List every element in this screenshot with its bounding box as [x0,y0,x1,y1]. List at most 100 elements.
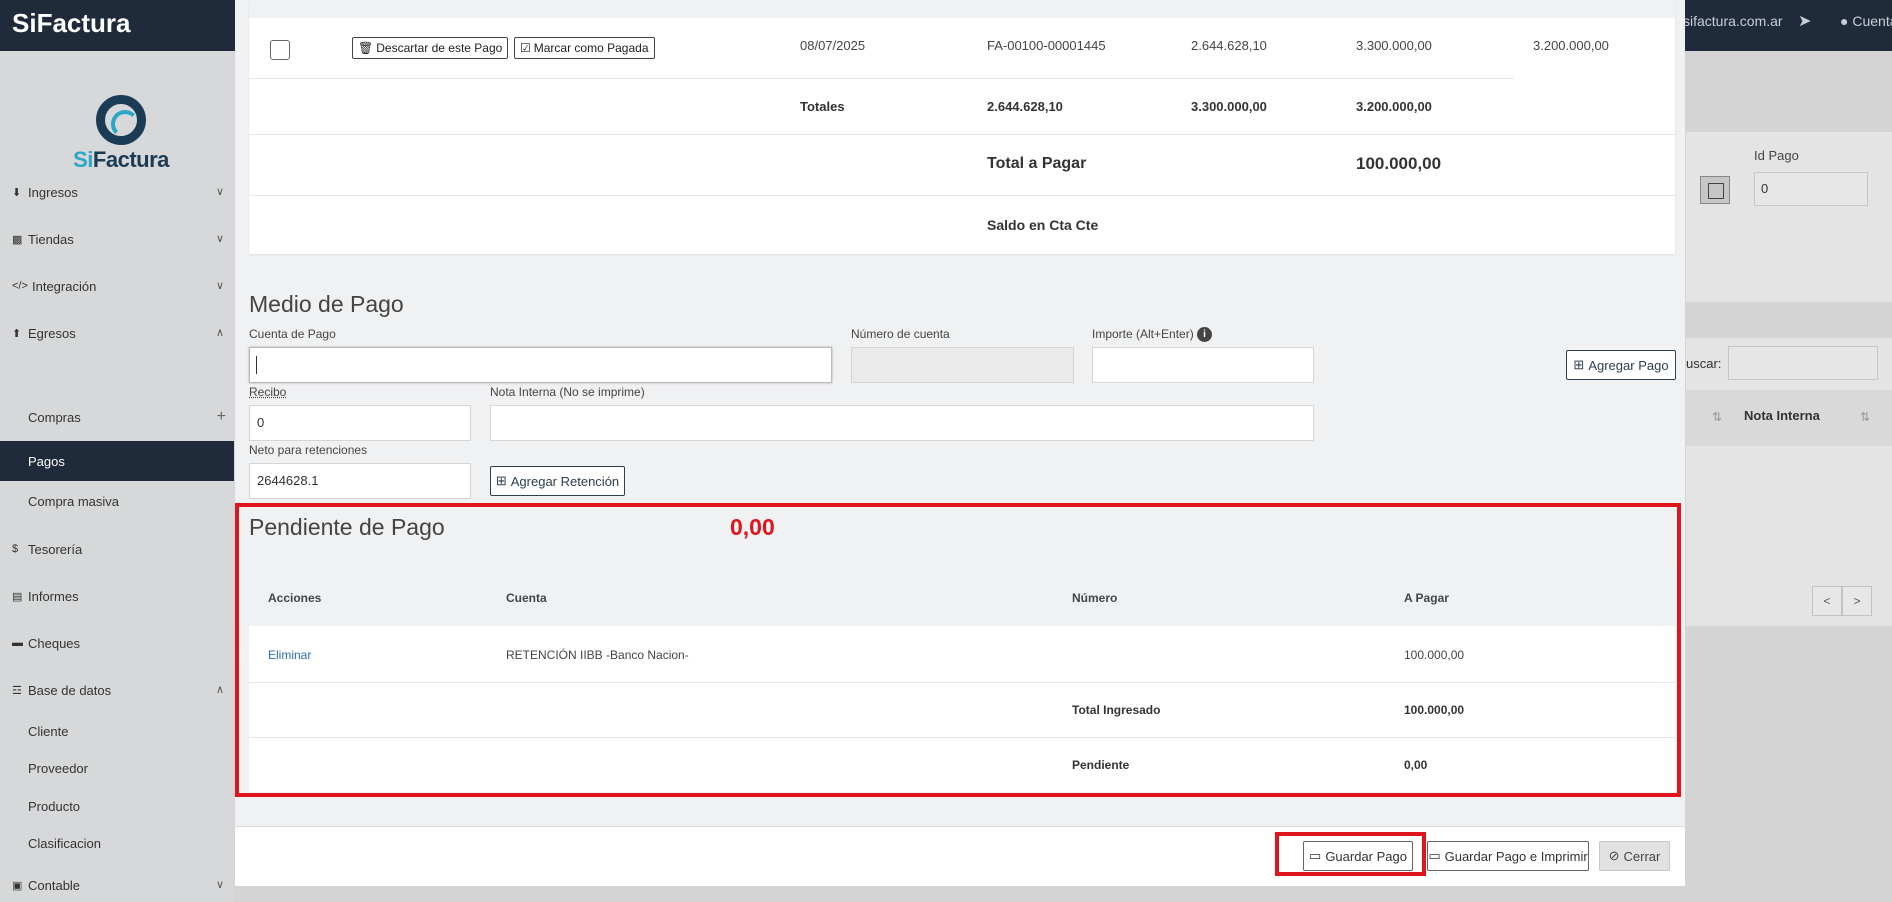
row-divider [249,195,1675,196]
user-label: Cuenta [1852,13,1892,29]
cuenta-pago-input[interactable] [249,347,832,383]
sidebar-item-informes[interactable]: ▤ Informes [0,578,234,614]
sidebar-item-cliente[interactable]: Cliente [0,711,234,751]
pendiente-value: 0,00 [730,514,775,540]
pendiente-row-value: 0,00 [1404,758,1428,772]
plus-icon[interactable]: + [217,408,226,426]
agregar-retencion-button[interactable]: ⊞ Agregar Retención [490,466,625,496]
sidebar-item-tiendas[interactable]: ▩ Tiendas ∨ [0,221,234,257]
briefcase-icon: ▩ [12,233,23,246]
cerrar-label: Cerrar [1623,848,1661,864]
id-pago-label: Id Pago [1754,148,1799,163]
brand-name: SiFactura [73,147,169,172]
sidebar-item-tesoreria[interactable]: $ Tesorería [0,531,234,567]
buscar-label: uscar: [1686,356,1722,371]
chevron-down-icon: ∨ [215,879,224,891]
eliminar-link[interactable]: Eliminar [268,648,311,662]
sidebar-item-integracion[interactable]: </> Integración ∨ [0,268,234,304]
info-icon[interactable]: i [1197,327,1213,343]
nota-interna-header: Nota Interna [1744,408,1820,423]
plus-square-icon: ⊞ [495,473,507,488]
sidebar-item-compra-masiva[interactable]: Compra masiva [0,481,234,521]
cerrar-button[interactable]: ⊘ Cerrar [1599,841,1670,871]
brand-logo-icon [96,95,146,145]
background-checkbox[interactable] [1700,176,1730,204]
row-divider [249,78,1514,79]
pendiente-title: Pendiente de Pago [249,514,445,540]
book-icon: ▣ [12,879,23,892]
app-logo[interactable]: SiFactura [12,8,131,39]
sidebar-item-label: Tesorería [28,541,83,557]
prev-page-button[interactable]: < [1812,586,1842,616]
importe-input[interactable] [1092,347,1314,383]
check-square-icon: ☑ [520,41,531,55]
numero-cuenta-input [851,347,1074,383]
importe-label: Importe (Alt+Enter) i [1092,327,1213,343]
sidebar-item-label: Informes [28,588,79,604]
agregar-retencion-label: Agregar Retención [510,473,620,489]
invoice-table: 🗑 Descartar de este Pago ☑ Marcar como P… [249,0,1675,254]
pendiente-label: Pendiente [1072,758,1130,772]
recibo-input[interactable]: 0 [249,405,471,441]
total-a-pagar-label: Total a Pagar [987,155,1087,172]
background-filter-panel: Id Pago 0 [1686,132,1892,302]
sort-icon[interactable]: ⇅ [1860,410,1870,424]
sort-icon[interactable]: ⇅ [1712,410,1722,424]
sidebar-item-base-de-datos[interactable]: ☲ Base de datos ∧ [0,672,234,708]
dollar-icon: $ [12,543,19,555]
sidebar-item-cheques[interactable]: ▬ Cheques [0,625,234,661]
paper-plane-icon[interactable]: ➤ [1798,11,1811,31]
row-cuenta: RETENCIÓN IIBB -Banco Nacion- [506,648,689,662]
sidebar-item-contable[interactable]: ▣ Contable ∨ [0,867,234,902]
sidebar-item-producto[interactable]: Producto [0,786,234,826]
database-icon: ☲ [12,684,22,697]
sidebar-item-pagos[interactable]: Pagos [0,441,234,481]
recibo-label: Recibo [249,385,287,399]
chevron-down-icon: ∨ [215,186,224,198]
sidebar-item-proveedor[interactable]: Proveedor [0,748,234,788]
table-header-strip [249,0,1675,18]
header-acciones: Acciones [268,591,322,605]
total-ingresado-value: 100.000,00 [1404,703,1465,717]
agregar-pago-button[interactable]: ⊞ Agregar Pago [1566,350,1676,380]
sidebar-brand: SiFactura [68,95,174,173]
payment-modal: 🗑 Descartar de este Pago ☑ Marcar como P… [235,0,1685,886]
chevron-up-icon: ∧ [215,684,224,696]
user-menu[interactable]: ● Cuenta [1840,13,1892,29]
pendiente-table: Acciones Cuenta Número A Pagar Eliminar … [249,570,1675,792]
domain-link[interactable]: sifactura.com.ar [1683,13,1783,29]
neto-retenciones-label: Neto para retenciones [249,443,368,457]
marcar-label: Marcar como Pagada [533,41,649,55]
sidebar-item-label: Base de datos [28,682,112,698]
sidebar-item-clasificacion[interactable]: Clasificacion [0,823,234,863]
sidebar-item-compras[interactable]: Compras + [0,397,234,437]
ban-icon: ⊘ [1608,848,1620,863]
nota-interna-input[interactable] [490,405,1314,441]
invoice-row-checkbox[interactable] [270,40,290,60]
agregar-pago-label: Agregar Pago [1588,357,1669,373]
background-table-panel: uscar: ⇅ Nota Interna ⇅ < > [1686,338,1892,626]
chevron-up-icon: ∧ [215,327,224,339]
header-a-pagar: A Pagar [1404,591,1449,605]
guardar-imprimir-button[interactable]: ▭ Guardar Pago e Imprimir [1427,841,1589,871]
totales-neto: 2.644.628,10 [987,99,1063,114]
numero-cuenta-label: Número de cuenta [851,327,950,341]
next-page-button[interactable]: > [1842,586,1872,616]
buscar-input[interactable] [1728,346,1878,380]
marcar-pagada-button[interactable]: ☑ Marcar como Pagada [514,37,655,59]
totales-total: 3.300.000,00 [1191,99,1267,114]
trash-icon: 🗑 [358,41,374,55]
sidebar-item-egresos[interactable]: ⬆ Egresos ∧ [0,315,234,351]
descartar-pago-button[interactable]: 🗑 Descartar de este Pago [352,37,509,59]
total-ingresado-label: Total Ingresado [1072,703,1161,717]
neto-retenciones-input[interactable]: 2644628.1 [249,463,471,499]
sidebar-item-label: Egresos [28,325,76,341]
nota-interna-label: Nota Interna (No se imprime) [490,385,645,399]
download-icon: ⬇ [12,186,22,199]
sidebar-item-label: Ingresos [28,184,78,200]
pendiente-table-header: Acciones Cuenta Número A Pagar [249,570,1675,626]
id-pago-input[interactable]: 0 [1754,172,1868,206]
sidebar-item-label: Pagos [28,453,65,469]
sidebar-item-ingresos[interactable]: ⬇ Ingresos ∨ [0,174,234,210]
background-table-header: ⇅ Nota Interna ⇅ [1686,390,1892,446]
